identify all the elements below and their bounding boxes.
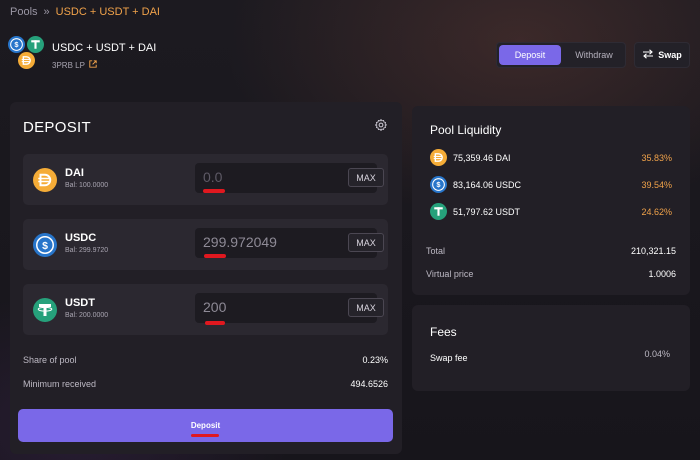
fees-title: Fees xyxy=(430,325,457,339)
breadcrumb: Pools » USDC + USDT + DAI xyxy=(10,6,160,18)
virtual-price-value: 1.0006 xyxy=(648,269,676,279)
usdt-icon xyxy=(33,298,57,322)
liquidity-amount: 75,359.46 DAI xyxy=(453,152,511,163)
swap-button-label: Swap xyxy=(658,50,682,60)
usdc-max-button[interactable]: MAX xyxy=(348,233,384,252)
liquidity-percent: 35.83% xyxy=(641,152,672,163)
dai-icon xyxy=(430,149,447,166)
total-value: 210,321.15 xyxy=(630,246,676,256)
liquidity-row-dai: 75,359.46 DAI 35.83% xyxy=(430,149,672,166)
token-row-dai: DAI Bal: 100.0000 MAX xyxy=(23,154,388,205)
dai-icon xyxy=(33,168,57,192)
breadcrumb-separator: » xyxy=(43,6,50,18)
token-symbol: USDT xyxy=(65,297,95,309)
pool-title: USDC + USDT + DAI xyxy=(52,42,157,54)
swap-fee-label: Swap fee xyxy=(430,353,468,363)
token-row-usdt: USDT Bal: 200.0000 MAX xyxy=(23,284,388,335)
virtual-price-label: Virtual price xyxy=(426,269,474,279)
tab-deposit[interactable]: Deposit xyxy=(499,45,561,65)
pool-header: $ USDC + USDT + DAI 3PRB LP xyxy=(8,36,156,70)
liquidity-row-usdt: 51,797.62 USDT 24.62% xyxy=(430,203,672,220)
usdc-icon: $ xyxy=(8,36,25,53)
liquidity-row-usdc: $ 83,164.06 USDC 39.54% xyxy=(430,176,672,193)
token-symbol: USDC xyxy=(65,232,97,244)
pool-token-icons: $ xyxy=(8,36,48,70)
breadcrumb-current: USDC + USDT + DAI xyxy=(55,6,160,18)
share-of-pool-value: 0.23% xyxy=(362,355,388,365)
annotation-underline xyxy=(205,321,225,325)
usdt-max-button[interactable]: MAX xyxy=(348,298,384,317)
annotation-underline xyxy=(191,434,219,437)
token-balance: Bal: 200.0000 xyxy=(65,312,109,319)
minimum-received-label: Minimum received xyxy=(23,379,97,389)
deposit-button[interactable]: Deposit xyxy=(18,409,393,442)
deposit-title: DEPOSIT xyxy=(23,119,91,136)
breadcrumb-pools-link[interactable]: Pools xyxy=(10,6,38,18)
pool-liquidity-panel: Pool Liquidity 75,359.46 DAI 35.83% $ 83… xyxy=(412,106,690,295)
external-link-icon[interactable] xyxy=(89,60,97,70)
lp-token-label: 3PRB LP xyxy=(52,60,85,70)
usdt-amount-input[interactable] xyxy=(203,299,343,315)
swap-fee-row: Swap fee 0.04% xyxy=(430,349,670,363)
token-balance: Bal: 299.9720 xyxy=(65,247,109,254)
annotation-underline xyxy=(203,189,225,193)
liquidity-percent: 24.62% xyxy=(641,206,672,217)
deposit-button-label: Deposit xyxy=(190,421,221,430)
swap-button[interactable]: Swap xyxy=(634,42,690,68)
deposit-panel: DEPOSIT DAI Bal: 100.0000 MAX $ USDC Bal… xyxy=(10,102,402,454)
deposit-withdraw-tabs: Deposit Withdraw xyxy=(496,42,626,68)
swap-arrows-icon xyxy=(642,49,654,61)
minimum-received-row: Minimum received 494.6526 xyxy=(23,379,388,389)
liquidity-amount: 51,797.62 USDT xyxy=(453,206,521,217)
usdc-icon: $ xyxy=(33,233,57,257)
token-balance: Bal: 100.0000 xyxy=(65,182,109,189)
pool-lp-token: 3PRB LP xyxy=(52,60,97,70)
share-of-pool-label: Share of pool xyxy=(23,355,77,365)
usdc-amount-input[interactable] xyxy=(203,234,343,250)
usdt-icon xyxy=(430,203,447,220)
dai-icon xyxy=(18,52,35,69)
swap-fee-value: 0.04% xyxy=(644,349,670,359)
share-of-pool-row: Share of pool 0.23% xyxy=(23,355,388,365)
tab-withdraw[interactable]: Withdraw xyxy=(563,43,625,67)
dai-amount-input[interactable] xyxy=(203,169,343,185)
usdt-icon xyxy=(27,36,44,53)
svg-text:$: $ xyxy=(42,240,48,252)
virtual-price-row: Virtual price 1.0006 xyxy=(426,269,676,279)
minimum-received-value: 494.6526 xyxy=(350,379,388,389)
annotation-underline xyxy=(204,254,226,258)
liquidity-amount: 83,164.06 USDC xyxy=(453,179,522,190)
token-symbol: DAI xyxy=(65,167,84,179)
settings-gear-icon[interactable] xyxy=(374,118,388,137)
token-row-usdc: $ USDC Bal: 299.9720 MAX xyxy=(23,219,388,270)
total-label: Total xyxy=(426,246,446,256)
liquidity-percent: 39.54% xyxy=(641,179,672,190)
dai-max-button[interactable]: MAX xyxy=(348,168,384,187)
usdc-icon: $ xyxy=(430,176,447,193)
total-row: Total 210,321.15 xyxy=(426,246,676,256)
fees-panel: Fees Swap fee 0.04% xyxy=(412,305,690,391)
amount-field: MAX xyxy=(195,293,384,323)
pool-liquidity-title: Pool Liquidity xyxy=(430,123,502,137)
